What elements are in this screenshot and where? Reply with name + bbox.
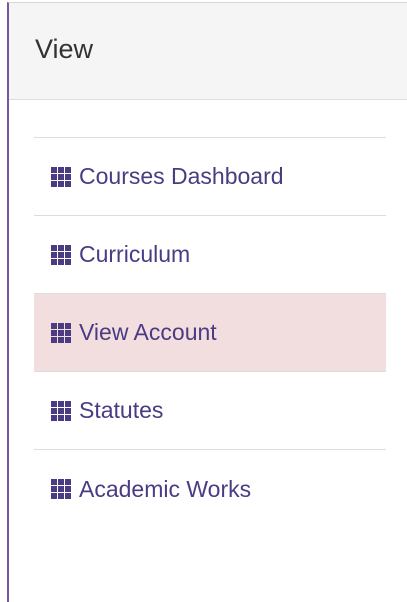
grid-icon [51, 322, 71, 343]
grid-icon [51, 166, 71, 187]
menu-item-label: Academic Works [79, 475, 252, 502]
grid-icon [51, 400, 71, 421]
grid-icon [51, 244, 71, 265]
panel-header: View [9, 3, 407, 100]
menu-item-academic-works[interactable]: Academic Works [34, 450, 386, 528]
menu-item-label: Curriculum [79, 241, 191, 267]
menu-item-courses-dashboard[interactable]: Courses Dashboard [34, 138, 386, 216]
menu-item-view-account[interactable]: View Account [34, 294, 386, 372]
menu-item-curriculum[interactable]: Curriculum [34, 216, 386, 294]
menu-item-label: Statutes [79, 397, 164, 423]
menu-item-label: Courses Dashboard [79, 163, 284, 189]
menu-item-statutes[interactable]: Statutes [34, 372, 386, 450]
view-panel: View Courses Dashboard Curriculum View A… [7, 2, 407, 602]
grid-icon [51, 479, 71, 499]
panel-title: View [35, 33, 94, 64]
view-menu: Courses Dashboard Curriculum View Accoun… [34, 137, 386, 528]
menu-item-label: View Account [79, 319, 217, 345]
